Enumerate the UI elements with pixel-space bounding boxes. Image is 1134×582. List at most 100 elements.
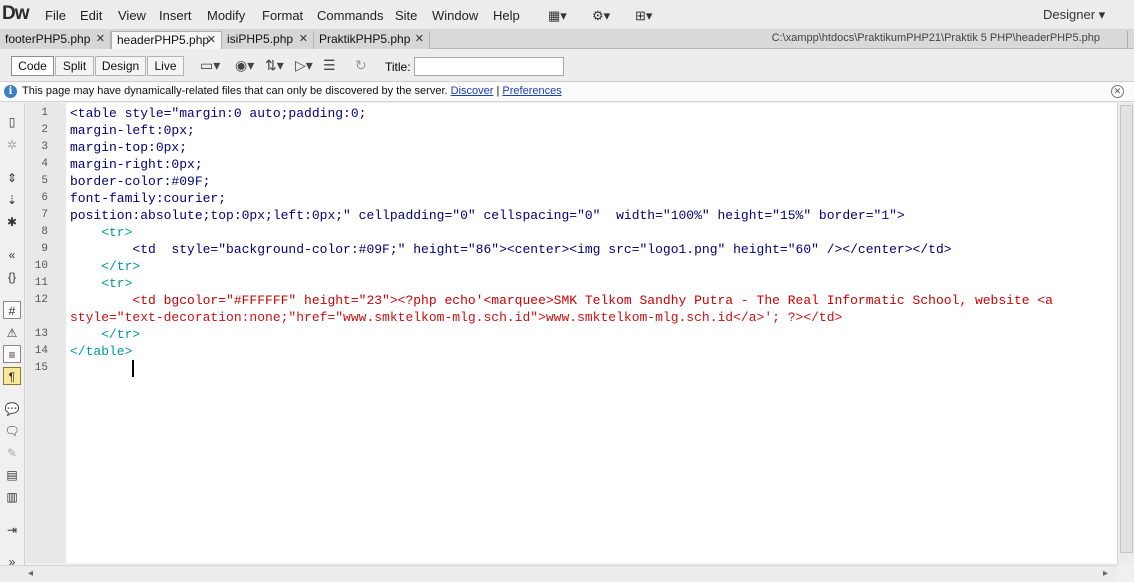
show-code-navigator-icon[interactable]: ✲ [3, 136, 21, 154]
code-editor[interactable]: <table style="margin:0 auto;padding:0; m… [66, 103, 1117, 563]
line-number: 7 [41, 209, 48, 221]
workspace-label: Designer [1043, 7, 1096, 22]
close-icon[interactable]: ✕ [299, 31, 308, 48]
code-view-button[interactable]: Code [11, 56, 54, 76]
menu-view[interactable]: View [118, 8, 146, 23]
menu-help[interactable]: Help [493, 8, 520, 23]
line-number: 1 [41, 107, 48, 119]
tab-label: headerPHP5.php [117, 33, 210, 47]
line-number: 15 [34, 362, 48, 374]
gear-icon[interactable]: ⚙▾ [592, 8, 610, 24]
tab-label: PraktikPHP5.php [319, 32, 411, 46]
collapse-full-tag-icon[interactable]: ⇕ [3, 169, 21, 187]
file-management-icon[interactable]: ⇅▾ [265, 57, 284, 74]
line-number: 10 [34, 260, 48, 272]
multiscreen-icon[interactable]: ▭▾ [200, 57, 220, 74]
code-line: margin-right:0px; [70, 157, 203, 172]
menu-file[interactable]: File [45, 8, 66, 23]
layout-icon[interactable]: ▦▾ [548, 8, 567, 24]
menu-modify[interactable]: Modify [207, 8, 245, 23]
visual-aids-icon[interactable]: ☰ [323, 57, 336, 74]
live-view-button[interactable]: Live [147, 56, 184, 76]
scroll-right-icon[interactable]: ▸ [1103, 568, 1108, 579]
apply-comment-icon[interactable]: 💬 [3, 400, 21, 418]
info-bar: i This page may have dynamically-related… [0, 82, 1134, 102]
code-line: </table> [70, 344, 133, 359]
recent-snippets-icon[interactable]: ▤ [3, 466, 21, 484]
dreamweaver-logo: Dw [2, 3, 29, 24]
code-line: <table style="margin:0 auto;padding:0; [70, 106, 367, 121]
workspace-switcher[interactable]: Designer ▾ [1043, 7, 1105, 23]
title-input[interactable] [414, 57, 564, 76]
preferences-link[interactable]: Preferences [502, 85, 561, 97]
line-number: 4 [41, 158, 48, 170]
collapse-selection-icon[interactable]: ⇣ [3, 191, 21, 209]
file-path: C:\xampp\htdocs\PraktikumPHP21\Praktik 5… [771, 32, 1100, 44]
horizontal-scrollbar[interactable]: ◂ ▸ [0, 565, 1117, 582]
document-toolbar: Code Split Design Live ▭▾ ◉▾ ⇅▾ ▷▾ ☰ ↻ T… [0, 50, 1134, 82]
line-number: 13 [34, 328, 48, 340]
code-line: margin-left:0px; [70, 123, 195, 138]
w3c-validation-icon[interactable]: ▷▾ [295, 57, 313, 74]
balance-braces-icon[interactable]: {} [3, 268, 21, 286]
menu-edit[interactable]: Edit [80, 8, 102, 23]
indent-code-icon[interactable]: ⇥ [3, 521, 21, 539]
select-parent-tag-icon[interactable]: « [3, 246, 21, 264]
menu-window[interactable]: Window [432, 8, 478, 23]
menu-bar: Dw File Edit View Insert Modify Format C… [0, 0, 1134, 30]
close-icon[interactable]: ✕ [1111, 85, 1124, 98]
separator: | [496, 85, 500, 97]
syntax-coloring-icon[interactable]: ¶ [3, 367, 21, 385]
menu-site[interactable]: Site [395, 8, 417, 23]
code-line: font-family:courier; [70, 191, 227, 206]
close-icon[interactable]: ✕ [96, 31, 105, 48]
tab-label: isiPHP5.php [227, 32, 294, 46]
menu-commands[interactable]: Commands [317, 8, 383, 23]
menu-format[interactable]: Format [262, 8, 303, 23]
line-number: 9 [41, 243, 48, 255]
split-view-button[interactable]: Split [55, 56, 94, 76]
code-line: </tr> [70, 327, 141, 342]
tab-headerphp5[interactable]: headerPHP5.php ✕ [111, 31, 222, 49]
preview-browser-icon[interactable]: ◉▾ [235, 57, 254, 74]
close-icon[interactable]: ✕ [415, 31, 424, 48]
dreamweaver-window: Dw File Edit View Insert Modify Format C… [0, 0, 1134, 582]
chevron-down-icon: ▾ [1098, 7, 1106, 22]
restore-icon[interactable] [1127, 31, 1134, 49]
vertical-scrollbar[interactable] [1117, 103, 1134, 565]
line-number-gutter: 1 2 3 4 5 6 7 8 9 10 11 12 13 14 15 [26, 103, 66, 563]
coding-toolbar: ▯ ✲ ⇕ ⇣ ✱ « {} # ⚠ ≡ ¶ 💬 🗨 ✎ ▤ ▥ ⇥ » [0, 103, 25, 569]
tab-label: footerPHP5.php [5, 32, 91, 46]
info-icon: i [4, 85, 17, 98]
discover-link[interactable]: Discover [451, 85, 494, 97]
code-line: <tr> [70, 276, 133, 291]
expand-all-icon[interactable]: ✱ [3, 213, 21, 231]
tab-isiphp5[interactable]: isiPHP5.php ✕ [222, 31, 314, 49]
sitemap-icon[interactable]: ⊞▾ [635, 8, 652, 24]
line-number: 8 [41, 226, 48, 238]
scrollbar-thumb[interactable] [1120, 105, 1133, 553]
line-number: 2 [41, 124, 48, 136]
line-numbers-icon[interactable]: # [3, 301, 21, 319]
remove-comment-icon[interactable]: 🗨 [3, 422, 21, 440]
menu-insert[interactable]: Insert [159, 8, 192, 23]
document-tab-bar: footerPHP5.php ✕ headerPHP5.php ✕ isiPHP5.… [0, 30, 1134, 49]
info-message: This page may have dynamically-related f… [22, 85, 562, 97]
code-line: border-color:#09F; [70, 174, 211, 189]
close-icon[interactable]: ✕ [207, 32, 216, 49]
tab-footerphp5[interactable]: footerPHP5.php ✕ [0, 31, 111, 49]
scroll-left-icon[interactable]: ◂ [28, 568, 33, 579]
info-text: This page may have dynamically-related f… [22, 85, 448, 97]
wrap-tag-icon[interactable]: ✎ [3, 444, 21, 462]
line-number: 12 [34, 294, 48, 306]
line-number: 11 [34, 277, 48, 289]
code-line: <td style="background-color:#09F;" heigh… [70, 242, 952, 257]
highlight-invalid-code-icon[interactable]: ⚠ [3, 324, 21, 342]
word-wrap-icon[interactable]: ≡ [3, 345, 21, 363]
refresh-icon[interactable]: ↻ [355, 57, 367, 74]
move-css-icon[interactable]: ▥ [3, 488, 21, 506]
open-documents-icon[interactable]: ▯ [3, 113, 21, 131]
code-line: style="text-decoration:none;"href="www.s… [70, 310, 843, 325]
tab-praktikphp5[interactable]: PraktikPHP5.php ✕ [314, 31, 430, 49]
design-view-button[interactable]: Design [95, 56, 146, 76]
